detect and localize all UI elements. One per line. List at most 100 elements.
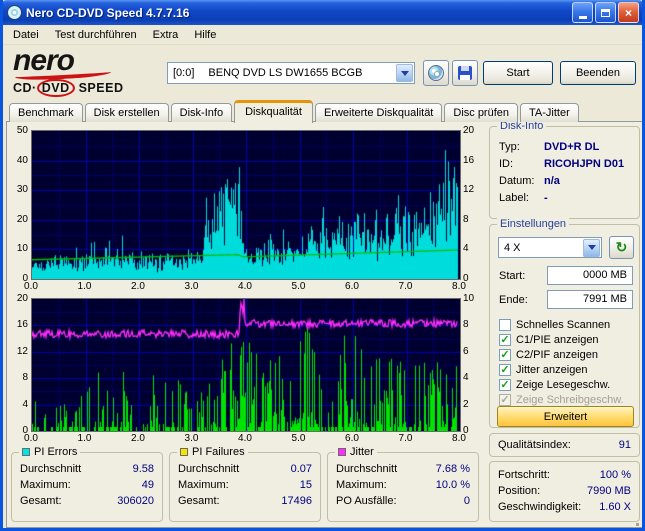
- progress-row: Fortschritt: 100 %: [498, 469, 631, 481]
- disc-tray-button[interactable]: [423, 60, 449, 86]
- settings-title: Einstellungen: [497, 218, 570, 230]
- jitter-title: Jitter: [350, 446, 374, 458]
- pi-errors-title: PI Errors: [34, 446, 78, 458]
- pie-chart: [31, 130, 461, 280]
- minimize-button[interactable]: [572, 2, 593, 23]
- tab-disk-info[interactable]: Disk-Info: [170, 103, 233, 122]
- drive-bus: [0:0]: [173, 67, 195, 79]
- checkbox-schnelles-scannen[interactable]: Schnelles Scannen: [499, 317, 610, 332]
- speed-select[interactable]: 4 X: [498, 237, 602, 258]
- jitter-swatch: [338, 448, 346, 456]
- quality-index-label: Qualitätsindex:: [498, 439, 571, 451]
- checkbox-label: C1/PIE anzeigen: [516, 333, 599, 346]
- close-button[interactable]: ×: [618, 2, 639, 23]
- stat-row: Durchschnitt 0.07: [178, 463, 312, 475]
- checkbox-jitter-anzeigen[interactable]: ✓ Jitter anzeigen: [499, 362, 588, 377]
- menu-item-0[interactable]: Datei: [5, 27, 47, 43]
- nero-logo: nero CD· DVD SPEED: [13, 46, 163, 97]
- drive-select[interactable]: [0:0] BENQ DVD LS DW1655 BCGB: [167, 62, 415, 84]
- stat-row: Gesamt: 17496: [178, 495, 312, 507]
- checkbox-box[interactable]: ✓: [499, 348, 511, 361]
- checkbox-c2-pif-anzeigen[interactable]: ✓ C2/PIF anzeigen: [499, 347, 598, 362]
- tab-diskqualit-t[interactable]: Diskqualität: [234, 100, 313, 123]
- title-bar: Nero CD-DVD Speed 4.7.7.16 ×: [3, 0, 642, 25]
- tab-benchmark[interactable]: Benchmark: [9, 103, 83, 122]
- menu-bar: Datei Test durchführen Extra Hilfe: [3, 25, 642, 45]
- logo-sub2: DVD: [36, 79, 75, 97]
- app-window: Nero CD-DVD Speed 4.7.7.16 × Datei Test d…: [0, 0, 645, 531]
- maximize-icon: [601, 8, 610, 17]
- start-field-label: Start:: [499, 270, 526, 282]
- end-field[interactable]: 7991 MB: [547, 290, 633, 309]
- resize-grip[interactable]: [636, 523, 639, 526]
- stat-row: Maximum: 15: [178, 479, 312, 491]
- chevron-down-icon: [587, 245, 596, 254]
- refresh-button[interactable]: ↻: [609, 236, 634, 259]
- checkbox-box[interactable]: ✓: [499, 363, 511, 376]
- checkbox-label: Jitter anzeigen: [516, 363, 588, 376]
- chevron-down-icon: [400, 70, 409, 80]
- stat-row: Durchschnitt 9.58: [20, 463, 154, 475]
- checkbox-box: ✓: [499, 393, 511, 406]
- checkbox-label: Zeige Schreibgeschw.: [516, 393, 624, 406]
- speed-select-arrow[interactable]: [583, 238, 600, 257]
- checkbox-label: Zeige Lesegeschw.: [516, 378, 611, 391]
- drive-select-arrow[interactable]: [396, 64, 413, 82]
- checkbox-box[interactable]: [499, 318, 511, 331]
- maximize-button[interactable]: [595, 2, 616, 23]
- jitter-group: Jitter Durchschnitt 7.68 % Maximum: 10.0 % P…: [327, 446, 479, 522]
- jitter-rows: Durchschnitt 7.68 % Maximum: 10.0 % PO Ausfä…: [328, 453, 478, 509]
- checkbox-label: C2/PIF anzeigen: [516, 348, 598, 361]
- menu-item-2[interactable]: Extra: [145, 27, 187, 43]
- disk-info-group: Disk-Info Typ: DVD+R DL ID: RICOHJPN D01 Dat…: [489, 120, 640, 219]
- disk-info-row: ID: RICOHJPN D01: [499, 158, 625, 170]
- checkbox-c1-pie-anzeigen[interactable]: ✓ C1/PIE anzeigen: [499, 332, 599, 347]
- drive-name: BENQ DVD LS DW1655 BCGB: [208, 67, 363, 79]
- pif-jitter-chart: [31, 298, 461, 432]
- logo-sub1: CD·: [13, 81, 37, 95]
- start-button[interactable]: Start: [483, 61, 553, 85]
- pi-failures-rows: Durchschnitt 0.07 Maximum: 15 Gesamt: 17496: [170, 453, 320, 509]
- tab-ta-jitter[interactable]: TA-Jitter: [520, 103, 579, 122]
- start-field[interactable]: 0000 MB: [547, 266, 633, 285]
- pi-failures-swatch: [180, 448, 188, 456]
- disk-info-row: Datum: n/a: [499, 175, 560, 187]
- quality-index-value: 91: [618, 439, 631, 451]
- erweitert-button[interactable]: Erweitert: [497, 406, 634, 427]
- disc-icon: [428, 65, 444, 81]
- window-title: Nero CD-DVD Speed 4.7.7.16: [26, 5, 190, 20]
- pi-errors-swatch: [22, 448, 30, 456]
- stat-row: Durchschnitt 7.68 %: [336, 463, 470, 475]
- stat-row: Maximum: 49: [20, 479, 154, 491]
- tab-strip: Benchmark Disk erstellen Disk-Info Diskqual…: [9, 100, 581, 123]
- disk-info-row: Label: -: [499, 192, 548, 204]
- minimize-icon: [578, 15, 587, 19]
- save-button[interactable]: [452, 60, 478, 86]
- checkbox-box[interactable]: ✓: [499, 333, 511, 346]
- tab-disc-pr-fen[interactable]: Disc prüfen: [444, 103, 519, 122]
- save-icon: [458, 66, 472, 80]
- progress-group: Fortschritt: 100 % Position: 7990 MB Geschwi…: [489, 461, 640, 522]
- progress-rows: Fortschritt: 100 % Position: 7990 MB Geschwi…: [490, 462, 639, 515]
- settings-group: Einstellungen 4 X ↻ Start: 0000 MB Ende:…: [489, 218, 640, 428]
- tab-erweiterte-diskqualit-t[interactable]: Erweiterte Diskqualität: [314, 103, 443, 122]
- end-field-label: Ende:: [499, 294, 528, 306]
- menu-item-3[interactable]: Hilfe: [186, 27, 224, 43]
- menu-item-1[interactable]: Test durchführen: [47, 27, 145, 43]
- beenden-button[interactable]: Beenden: [560, 61, 636, 85]
- speed-value: 4 X: [504, 241, 521, 254]
- progress-row: Position: 7990 MB: [498, 485, 631, 497]
- pi-errors-rows: Durchschnitt 9.58 Maximum: 49 Gesamt: 306020: [12, 453, 162, 509]
- tab-disk-erstellen[interactable]: Disk erstellen: [84, 103, 169, 122]
- pi-failures-group: PI Failures Durchschnitt 0.07 Maximum: 15 Ge…: [169, 446, 321, 522]
- checkbox-zeige-schreibgeschw-: ✓ Zeige Schreibgeschw.: [499, 392, 624, 407]
- pi-failures-title: PI Failures: [192, 446, 245, 458]
- stat-row: Maximum: 10.0 %: [336, 479, 470, 491]
- quality-index-group: Qualitätsindex: 91: [489, 433, 640, 457]
- stat-row: Gesamt: 306020: [20, 495, 154, 507]
- checkbox-zeige-lesegeschw-[interactable]: ✓ Zeige Lesegeschw.: [499, 377, 610, 392]
- checkbox-box[interactable]: ✓: [499, 378, 511, 391]
- progress-row: Geschwindigkeit: 1.60 X: [498, 501, 631, 513]
- stat-row: PO Ausfälle: 0: [336, 495, 470, 507]
- logo-sub3: SPEED: [74, 81, 124, 95]
